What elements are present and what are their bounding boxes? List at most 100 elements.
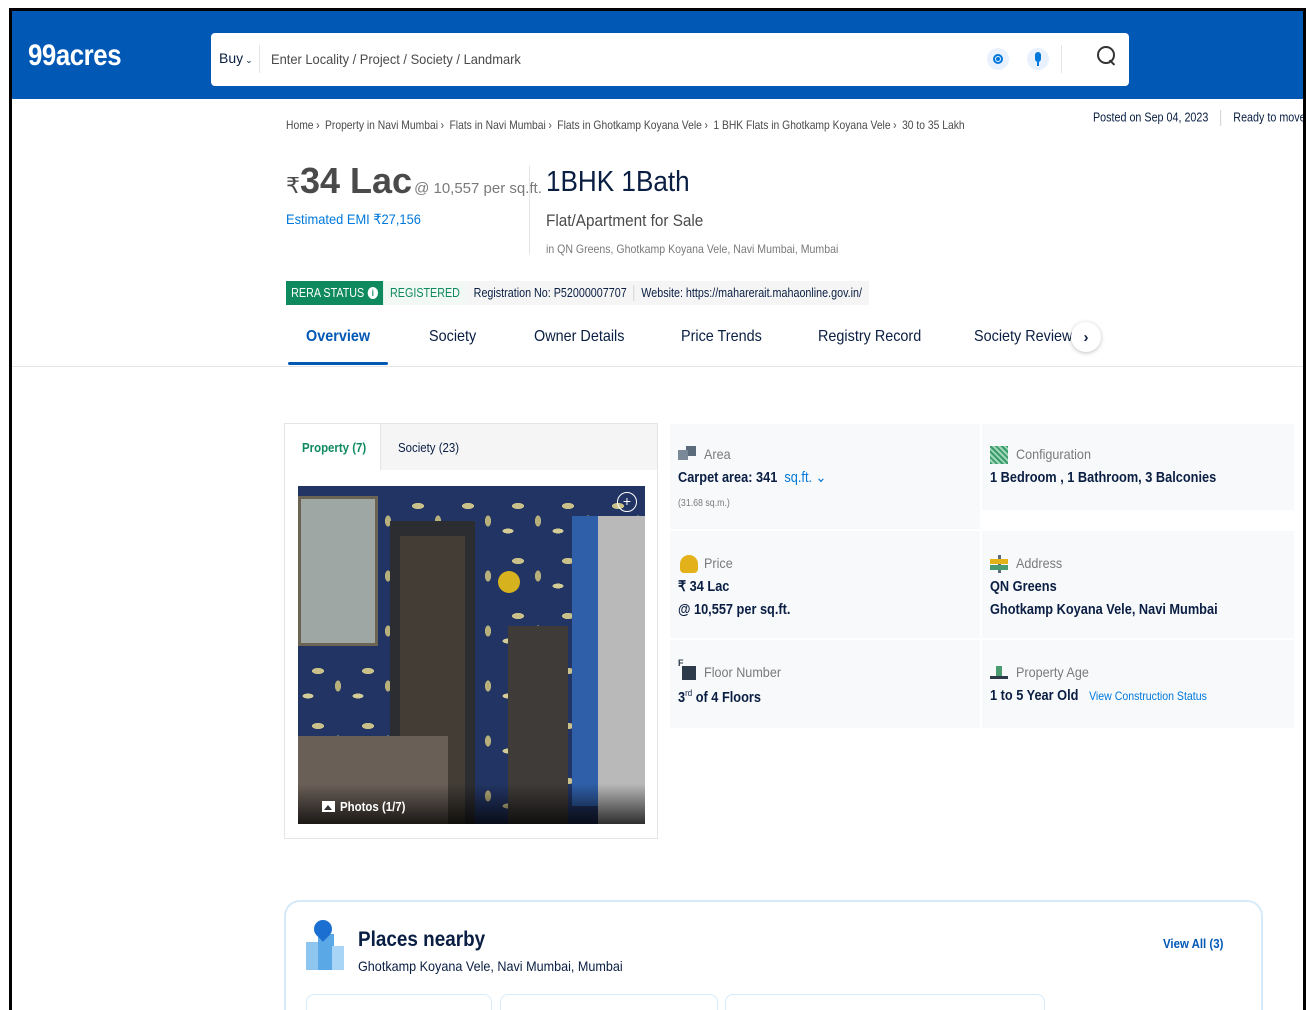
divider (12, 366, 1303, 367)
detail-label: Price (704, 555, 733, 571)
floor-number: 3 (678, 689, 686, 706)
tab-registry-record[interactable]: Registry Record (818, 328, 921, 346)
detail-value: 1 Bedroom , 1 Bathroom, 3 Balconies (990, 470, 1217, 486)
screen-frame (0, 8, 12, 1010)
construction-icon (990, 662, 1008, 680)
property-age-value: 1 to 5 Year Old (990, 688, 1079, 704)
detail-value: QN Greens (990, 579, 1057, 595)
detail-value: 3rd of 4 Floors (678, 688, 761, 706)
city-pin-icon (306, 916, 344, 970)
tab-society[interactable]: Society (429, 328, 476, 346)
breadcrumb-item[interactable]: 30 to 35 Lakh (902, 118, 965, 132)
chevron-down-icon: ⌄ (812, 470, 827, 486)
photo-count-button[interactable]: Photos (1/7) (322, 799, 414, 814)
microphone-icon[interactable] (1027, 48, 1049, 70)
active-tab-indicator (288, 362, 388, 365)
detail-subvalue: @ 10,557 per sq.ft. (678, 602, 791, 618)
chevron-right-icon: › (440, 118, 445, 132)
tab-owner-details[interactable]: Owner Details (534, 328, 624, 346)
nearby-place-chip[interactable] (500, 994, 718, 1010)
detail-label: Floor Number (704, 664, 782, 680)
site-logo[interactable]: 99acres (28, 39, 122, 73)
breadcrumb-item[interactable]: Flats in Ghotkamp Koyana Vele (557, 118, 702, 132)
rera-bar: RERA STATUS i REGISTERED Registration No:… (286, 281, 964, 305)
breadcrumb-item[interactable]: Property in Navi Mumbai (325, 118, 438, 132)
posted-date: Posted on Sep 04, 2023 (1093, 110, 1209, 125)
divider (259, 45, 260, 73)
chevron-right-icon[interactable]: › (1071, 322, 1101, 352)
floor-total: of 4 Floors (692, 689, 761, 706)
listing-price: ₹34 Lac @ 10,557 per sq.ft. (286, 160, 542, 202)
breadcrumb: Home › Property in Navi Mumbai › Flats in … (286, 118, 965, 132)
breadcrumb-item[interactable]: Flats in Navi Mumbai (449, 118, 545, 132)
detail-value: Carpet area: 341 sq.ft. ⌄ (678, 470, 826, 486)
gallery-tab-society[interactable]: Society (23) (398, 424, 467, 470)
places-title: Places nearby (358, 928, 486, 951)
property-details: Area Carpet area: 341 sq.ft. ⌄ (31.68 sq… (670, 424, 1294, 728)
divider (1220, 110, 1222, 126)
places-subtitle: Ghotkamp Koyana Vele, Navi Mumbai, Mumba… (358, 958, 623, 974)
divider (1061, 45, 1062, 73)
posted-info: Posted on Sep 04, 2023 Ready to move (1093, 110, 1306, 126)
listing-title: 1BHK 1Bath (546, 166, 690, 198)
detail-value: 1 to 5 Year Old View Construction Status (990, 688, 1207, 704)
configuration-icon (990, 446, 1008, 464)
photo-content (598, 516, 645, 824)
detail-label: Configuration (1016, 446, 1091, 462)
nearby-place-chip[interactable] (725, 994, 1045, 1010)
gallery-tab-property[interactable]: Property (7) (285, 424, 381, 470)
rera-registration-text: Registration No: P52000007707 (473, 286, 627, 300)
breadcrumb-item[interactable]: 1 BHK Flats in Ghotkamp Koyana Vele (713, 118, 890, 132)
gallery-tabs: Property (7) Society (23) (285, 424, 657, 470)
price-tag-icon (680, 555, 698, 573)
rera-status-badge[interactable]: RERA STATUS i (286, 281, 384, 305)
screen-frame (9, 8, 1306, 11)
divider (529, 166, 530, 254)
floor-icon (678, 658, 696, 680)
detail-address: Address QN Greens Ghotkamp Koyana Vele, … (982, 531, 1294, 638)
search-icon[interactable] (1097, 46, 1117, 68)
gallery-tab-label: Property (7) (302, 439, 367, 455)
photo-content (498, 571, 520, 593)
photo-count-label: Photos (1/7) (340, 799, 406, 814)
breadcrumb-item[interactable]: Home (286, 118, 314, 132)
price-per-sqft: @ 10,557 per sq.ft. (414, 180, 542, 197)
tab-price-trends[interactable]: Price Trends (681, 328, 762, 346)
detail-floor: Floor Number 3rd of 4 Floors (670, 640, 980, 728)
property-type: Flat/Apartment for Sale (546, 211, 704, 230)
price-amount: 34 Lac (300, 160, 413, 201)
unit-label: sq.ft. (784, 470, 813, 486)
rera-status-label: RERA STATUS (291, 286, 365, 300)
chevron-right-icon: › (548, 118, 552, 132)
view-construction-status-link[interactable]: View Construction Status (1089, 689, 1207, 703)
detail-area: Area Carpet area: 341 sq.ft. ⌄ (31.68 sq… (670, 424, 980, 529)
info-icon[interactable]: i (367, 287, 378, 299)
possession-status: Ready to move (1233, 110, 1306, 125)
location-target-icon[interactable] (987, 48, 1009, 70)
chevron-right-icon: › (316, 118, 320, 132)
buy-dropdown[interactable]: Buy ⌄ (219, 50, 253, 66)
zoom-in-icon[interactable]: + (617, 492, 637, 512)
detail-subvalue: (31.68 sq.m.) (678, 498, 730, 509)
estimated-emi-link[interactable]: Estimated EMI ₹27,156 (286, 211, 421, 228)
rera-registered-badge: REGISTERED (383, 281, 467, 305)
photo-gallery: Property (7) Society (23) + Photos (1/7) (284, 423, 658, 839)
chevron-down-icon: ⌄ (245, 55, 253, 65)
signpost-icon (990, 555, 1008, 573)
nearby-place-chip[interactable] (306, 994, 492, 1010)
view-all-link[interactable]: View All (3) (1163, 936, 1223, 951)
search-bar: Buy ⌄ (211, 33, 1129, 86)
detail-value: ₹ 34 Lac (678, 579, 730, 595)
top-header: 99acres Buy ⌄ (12, 11, 1303, 99)
search-input[interactable] (271, 45, 915, 73)
area-icon (678, 446, 696, 464)
tab-society-reviews[interactable]: Society Reviews (974, 328, 1080, 346)
screen-frame (1303, 8, 1311, 1010)
tab-overview[interactable]: Overview (306, 328, 370, 346)
rera-registration-number: Registration No: P52000007707 (466, 281, 634, 305)
photo-content (572, 516, 600, 806)
property-photo[interactable]: + Photos (1/7) (298, 486, 645, 824)
detail-subvalue: Ghotkamp Koyana Vele, Navi Mumbai (990, 602, 1218, 618)
unit-dropdown[interactable]: sq.ft. ⌄ (784, 470, 826, 486)
carpet-area-value: Carpet area: 341 (678, 470, 778, 486)
